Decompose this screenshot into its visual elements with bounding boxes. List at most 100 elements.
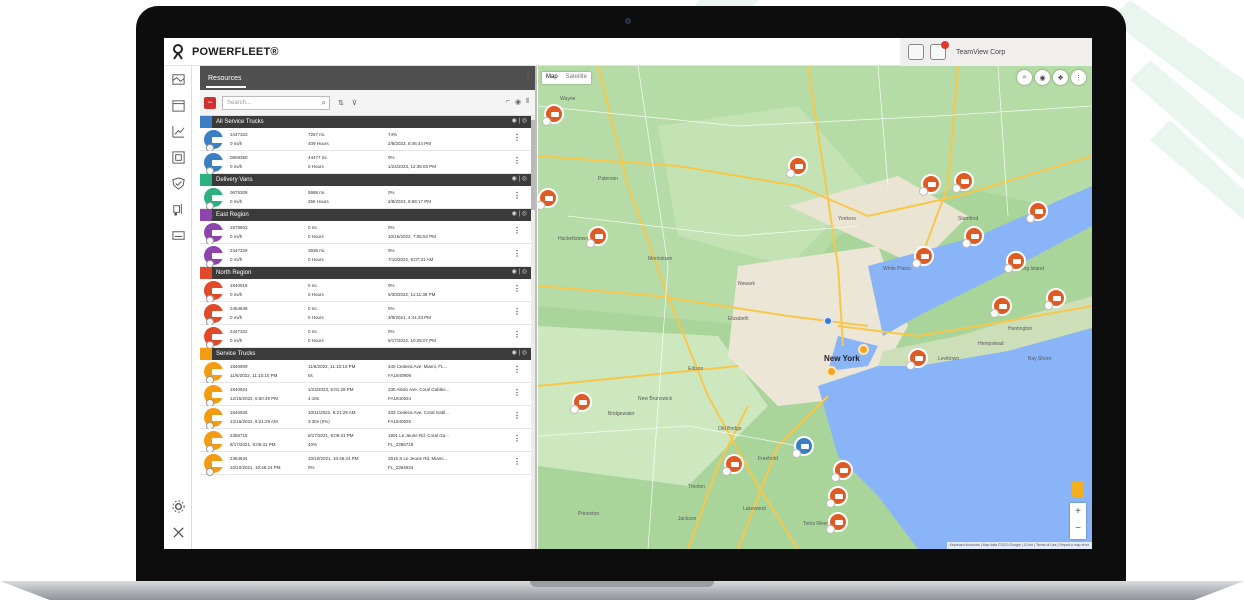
company-name[interactable]: TeamView Corp (956, 49, 1005, 56)
nav-map-icon[interactable] (164, 66, 192, 92)
vehicle-marker[interactable] (586, 226, 608, 248)
vehicle-marker[interactable] (722, 454, 744, 476)
vehicle-marker[interactable] (1044, 288, 1066, 310)
nav-forklift-icon[interactable] (164, 196, 192, 222)
map-attribution[interactable]: Keyboard shortcuts | Map data ©2023 Goog… (946, 542, 1092, 549)
group-header[interactable]: All Service Trucks ◉ | ◎ (200, 116, 535, 128)
map-layers-icon[interactable]: ❖ (1053, 70, 1068, 85)
vehicle-marker[interactable] (570, 392, 592, 414)
resource-row[interactable]: 1878603 0 mi/h 0 mi. 0 Hours 0% 10/15/2022, 7… (200, 221, 535, 245)
vehicle-marker[interactable] (990, 296, 1012, 318)
resource-row[interactable]: 0675309 0 mi/h 5998 mi. 256 Hours 0% 2/8/2023… (200, 186, 535, 210)
group-collapse-icon[interactable] (200, 267, 212, 279)
resource-row[interactable]: 0808350 0 mi/h 44477 mi. 0 Hours 0% 1/24/2023… (200, 151, 535, 175)
resource-row[interactable]: 1840925 12/16/2022, 8:21:29 AM 10/11/2022,… (200, 406, 535, 430)
nav-dashboard-icon[interactable] (164, 144, 192, 170)
zoom-out-button[interactable]: − (1070, 520, 1086, 537)
resource-row[interactable]: 2454848 0 mi/h 0 mi. 0 Hours 0% 3/9/2021, 4:4… (200, 302, 535, 326)
panel-menu-icon[interactable]: ⫶ (527, 73, 529, 83)
vehicle-marker[interactable] (1026, 201, 1048, 223)
resource-row[interactable]: 2364634 10/10/2021, 10:46:24 PM 10/10/2021… (200, 452, 535, 476)
cluster-marker[interactable] (826, 366, 837, 377)
resource-speed: 0 mi/h (230, 338, 243, 343)
search-input[interactable]: Search... ⌕ (222, 95, 330, 110)
vehicle-marker[interactable] (912, 246, 934, 268)
row-menu-icon[interactable]: ⋮ (513, 411, 521, 420)
group-visibility-icon[interactable]: ◉ | ◎ (512, 268, 527, 275)
group-visibility-icon[interactable]: ◉ | ◎ (512, 117, 527, 124)
search-icon[interactable]: ⌕ (322, 98, 326, 108)
eye-icon[interactable]: ◉ (515, 98, 521, 106)
row-menu-icon[interactable]: ⋮ (513, 388, 521, 397)
place-label: Edison (688, 366, 704, 372)
collapse-all-button[interactable]: − (204, 96, 216, 109)
group-collapse-icon[interactable] (200, 209, 212, 221)
row-menu-icon[interactable]: ⋮ (513, 226, 521, 235)
list-scrollbar-thumb[interactable] (531, 120, 535, 210)
tools-icon[interactable] (164, 519, 192, 545)
row-menu-icon[interactable]: ⋮ (513, 307, 521, 316)
zoom-in-button[interactable]: + (1070, 503, 1086, 520)
group-header[interactable]: North Region ◉ | ◎ (200, 267, 535, 279)
vehicle-marker[interactable] (826, 486, 848, 508)
device-icon[interactable] (908, 44, 924, 60)
row-menu-icon[interactable]: ⋮ (513, 434, 521, 443)
map-more-icon[interactable]: ⋮ (1071, 70, 1086, 85)
resource-row[interactable]: 1840909 11/6/2022, 11:10:10 PM 11/6/2022, … (200, 360, 535, 384)
resource-row[interactable]: 1840918 0 mi/h 0 mi. 0 Hours 0% 6/30/2022, 11… (200, 279, 535, 303)
group-visibility-icon[interactable]: ◉ | ◎ (512, 210, 527, 217)
vehicle-marker[interactable] (952, 171, 974, 193)
vehicle-marker[interactable] (542, 104, 564, 126)
map-type-map[interactable]: Map (542, 72, 562, 84)
current-location-dot[interactable] (823, 316, 833, 326)
nav-reports-icon[interactable] (164, 118, 192, 144)
nav-keyboard-icon[interactable] (164, 222, 192, 248)
group-header[interactable]: Delivery Vans ◉ | ◎ (200, 174, 535, 186)
resource-row[interactable]: 2447323 0 mi/h 7267 mi. 409 Hours 74% 2/8/202… (200, 128, 535, 152)
nav-schedule-icon[interactable] (164, 92, 192, 118)
map-view[interactable]: Map Satellite ⌕ ◉ ❖ ⋮ Wayne Paterson New… (538, 66, 1092, 549)
row-menu-icon[interactable]: ⋮ (513, 365, 521, 374)
row-menu-icon[interactable]: ⋮ (513, 133, 521, 142)
map-visibility-icon[interactable]: ◉ (1035, 70, 1050, 85)
resource-row[interactable]: 2447329 0 mi/h 3938 mi. 0 Hours 0% 7/10/2022,… (200, 244, 535, 268)
resources-title[interactable]: Resources (208, 75, 241, 82)
group-header[interactable]: Service Trucks ◉ | ◎ (200, 348, 535, 360)
vehicle-marker[interactable] (1004, 251, 1026, 273)
row-menu-icon[interactable]: ⋮ (513, 284, 521, 293)
filter-icon[interactable]: ⊽ (352, 99, 357, 107)
resource-row[interactable]: 1840924 12/15/2022, 5:50:49 PM 1/23/2023, … (200, 383, 535, 407)
vehicle-marker[interactable] (826, 512, 848, 534)
cluster-marker[interactable] (858, 344, 869, 355)
settings-gear-icon[interactable] (164, 493, 192, 519)
vehicle-marker[interactable] (538, 188, 558, 210)
resource-row[interactable]: 2447322 0 mi/h 0 mi. 0 Hours 0% 6/17/2022, 10… (200, 325, 535, 349)
sort-icon[interactable]: ⇅ (338, 99, 344, 107)
vehicle-marker[interactable] (792, 436, 814, 458)
group-visibility-icon[interactable]: ◉ | ◎ (512, 349, 527, 356)
broom-icon[interactable]: ⌐ (506, 98, 510, 106)
row-menu-icon[interactable]: ⋮ (513, 191, 521, 200)
row-menu-icon[interactable]: ⋮ (513, 330, 521, 339)
vehicle-marker[interactable] (786, 156, 808, 178)
row-menu-icon[interactable]: ⋮ (513, 249, 521, 258)
group-collapse-icon[interactable] (200, 174, 212, 186)
powerfleet-logo-icon[interactable] (164, 38, 192, 66)
vehicle-marker[interactable] (831, 460, 853, 482)
vehicle-marker[interactable] (919, 174, 941, 196)
vehicle-marker[interactable] (962, 226, 984, 248)
map-search-icon[interactable]: ⌕ (1017, 70, 1032, 85)
row-menu-icon[interactable]: ⋮ (513, 156, 521, 165)
nav-shield-icon[interactable] (164, 170, 192, 196)
resource-row[interactable]: 2356718 8/17/2021, 8:06:31 PM 8/17/2021, 8… (200, 429, 535, 453)
street-view-pegman-icon[interactable] (1072, 481, 1084, 497)
group-header[interactable]: East Region ◉ | ◎ (200, 209, 535, 221)
notifications-icon[interactable] (930, 41, 949, 60)
group-visibility-icon[interactable]: ◉ | ◎ (512, 175, 527, 182)
group-collapse-icon[interactable] (200, 348, 212, 360)
map-type-satellite[interactable]: Satellite (562, 72, 591, 84)
group-collapse-icon[interactable] (200, 116, 212, 128)
columns-icon[interactable]: ⫴ (526, 98, 529, 106)
vehicle-marker[interactable] (906, 348, 928, 370)
row-menu-icon[interactable]: ⋮ (513, 457, 521, 466)
